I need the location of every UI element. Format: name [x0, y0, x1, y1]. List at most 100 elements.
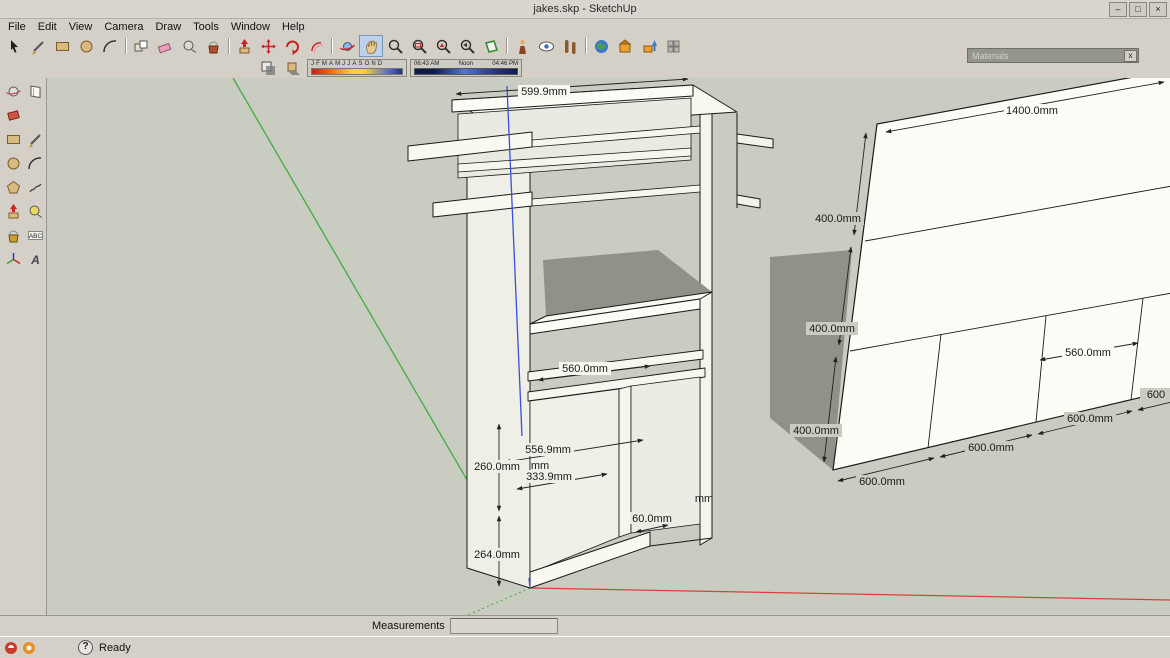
close-button[interactable]: ×: [1149, 2, 1167, 17]
orbit-icon: [5, 83, 22, 100]
dim-label-cab-compartment: 333.9mm: [526, 471, 572, 483]
share-model-button[interactable]: [637, 35, 661, 57]
materials-close-button[interactable]: x: [1124, 50, 1137, 62]
zoom-extents-icon: [435, 38, 452, 55]
palette-orbit-button[interactable]: [2, 80, 25, 103]
viewport-canvas[interactable]: 599.9mm 560.0mm 556.9mm 333.9mm 260.0mm …: [47, 78, 1170, 615]
palette-rectangle-button[interactable]: [2, 128, 25, 151]
move-tool-button[interactable]: [256, 35, 280, 57]
rectangle-tool-button[interactable]: [50, 35, 74, 57]
line-tool-button[interactable]: [26, 35, 50, 57]
dim-label-panel-seg1: 600.0mm: [859, 476, 905, 488]
zoom-previous-button[interactable]: [455, 35, 479, 57]
eraser-tool-button[interactable]: [153, 35, 177, 57]
circle-tool-button[interactable]: [74, 35, 98, 57]
zoom-tool-button[interactable]: [383, 35, 407, 57]
measurements-input[interactable]: [450, 618, 558, 634]
menu-file[interactable]: File: [2, 21, 32, 33]
green-axis-dotted: [468, 588, 530, 615]
make-component-icon: [133, 38, 150, 55]
position-camera-button[interactable]: [510, 35, 534, 57]
palette-push-pull-button[interactable]: [2, 200, 25, 223]
time-gradient-slider[interactable]: [414, 68, 518, 75]
help-icon[interactable]: ?: [78, 640, 93, 655]
circle-icon: [5, 155, 22, 172]
palette-text-button[interactable]: ABC: [24, 224, 47, 247]
menu-help[interactable]: Help: [276, 21, 311, 33]
dim-label-panel-seg3: 600.0mm: [1067, 413, 1113, 425]
shadow-toggle-button[interactable]: [280, 57, 304, 79]
paint-bucket-icon: [5, 227, 22, 244]
viewport[interactable]: 599.9mm 560.0mm 556.9mm 333.9mm 260.0mm …: [47, 78, 1170, 615]
three-d-text-icon: A: [27, 251, 44, 268]
credit-icon[interactable]: [22, 641, 36, 655]
dim-label-fragment-left: mm: [531, 460, 549, 472]
text-tool-label: ABC: [29, 233, 43, 240]
palette-paint-bucket-button[interactable]: [2, 224, 25, 247]
menu-window[interactable]: Window: [225, 21, 276, 33]
materials-panel-title: Materials: [968, 51, 1124, 61]
palette-arc-button[interactable]: [24, 152, 47, 175]
face-panel-icon: [27, 83, 44, 100]
maximize-button[interactable]: □: [1129, 2, 1147, 17]
offset-tool-button[interactable]: [304, 35, 328, 57]
section-plane-button[interactable]: [479, 35, 503, 57]
red-axis: [530, 588, 1170, 600]
month-gradient-slider[interactable]: [311, 68, 403, 75]
pan-tool-button[interactable]: [359, 35, 383, 57]
menu-draw[interactable]: Draw: [149, 21, 187, 33]
measurements-bar: Measurements: [0, 615, 1170, 636]
look-around-button[interactable]: [534, 35, 558, 57]
circle-icon: [78, 38, 95, 55]
panel-model[interactable]: [833, 78, 1170, 470]
google-earth-button[interactable]: [589, 35, 613, 57]
palette-freehand-button[interactable]: [24, 176, 47, 199]
push-pull-button[interactable]: [232, 35, 256, 57]
cabinet-model[interactable]: [408, 85, 773, 588]
minimize-button[interactable]: –: [1109, 2, 1127, 17]
menu-tools[interactable]: Tools: [187, 21, 225, 33]
get-models-button[interactable]: [613, 35, 637, 57]
palette-polygon-button[interactable]: [2, 176, 25, 199]
materials-panel[interactable]: Materials x: [967, 48, 1139, 63]
axes-icon: [5, 251, 22, 268]
palette-spacer: [24, 104, 47, 127]
menu-edit[interactable]: Edit: [32, 21, 63, 33]
palette-line-button[interactable]: [24, 128, 47, 151]
title-bar: jakes.skp - SketchUp – □ ×: [0, 0, 1170, 19]
select-tool-button[interactable]: [2, 35, 26, 57]
make-component-button[interactable]: [129, 35, 153, 57]
zoom-icon: [387, 38, 404, 55]
shadow-time-slider[interactable]: 06:43 AM Noon 04:46 PM: [410, 59, 522, 77]
palette-axes-button[interactable]: [2, 248, 25, 271]
dim-label-cab-lower-height: 264.0mm: [474, 549, 520, 561]
palette-circle-button[interactable]: [2, 152, 25, 175]
zoom-extents-button[interactable]: [431, 35, 455, 57]
walk-shoes-icon: [562, 38, 579, 55]
dim-label-cab-upper-height: 260.0mm: [474, 461, 520, 473]
palette-rotated-rectangle-button[interactable]: [2, 104, 25, 127]
time-labels: 06:43 AM Noon 04:46 PM: [414, 61, 518, 68]
orbit-tool-button[interactable]: [335, 35, 359, 57]
menu-view[interactable]: View: [63, 21, 99, 33]
rotate-tool-button[interactable]: [280, 35, 304, 57]
toolbar-options-button[interactable]: [661, 35, 685, 57]
palette-tape-measure-button[interactable]: [24, 200, 47, 223]
shadow-month-slider[interactable]: JFMAMJJASOND: [307, 59, 407, 77]
zoom-window-button[interactable]: [407, 35, 431, 57]
paint-bucket-button[interactable]: [201, 35, 225, 57]
geolocation-icon[interactable]: [4, 641, 18, 655]
arc-tool-button[interactable]: [98, 35, 122, 57]
menu-camera[interactable]: Camera: [98, 21, 149, 33]
shadow-settings-button[interactable]: [256, 57, 280, 79]
time-start-label: 06:43 AM: [414, 61, 439, 68]
walk-tool-button[interactable]: [558, 35, 582, 57]
dim-label-cab-top: 599.9mm: [521, 86, 567, 98]
palette-face-button[interactable]: [24, 80, 47, 103]
arc-icon: [102, 38, 119, 55]
toolbar-separator: [331, 38, 332, 54]
dim-label-panel-row1: 400.0mm: [815, 213, 861, 225]
palette-3d-text-button[interactable]: A: [24, 248, 47, 271]
dim-label-panel-seg4: 600: [1147, 389, 1165, 401]
tape-measure-button[interactable]: [177, 35, 201, 57]
